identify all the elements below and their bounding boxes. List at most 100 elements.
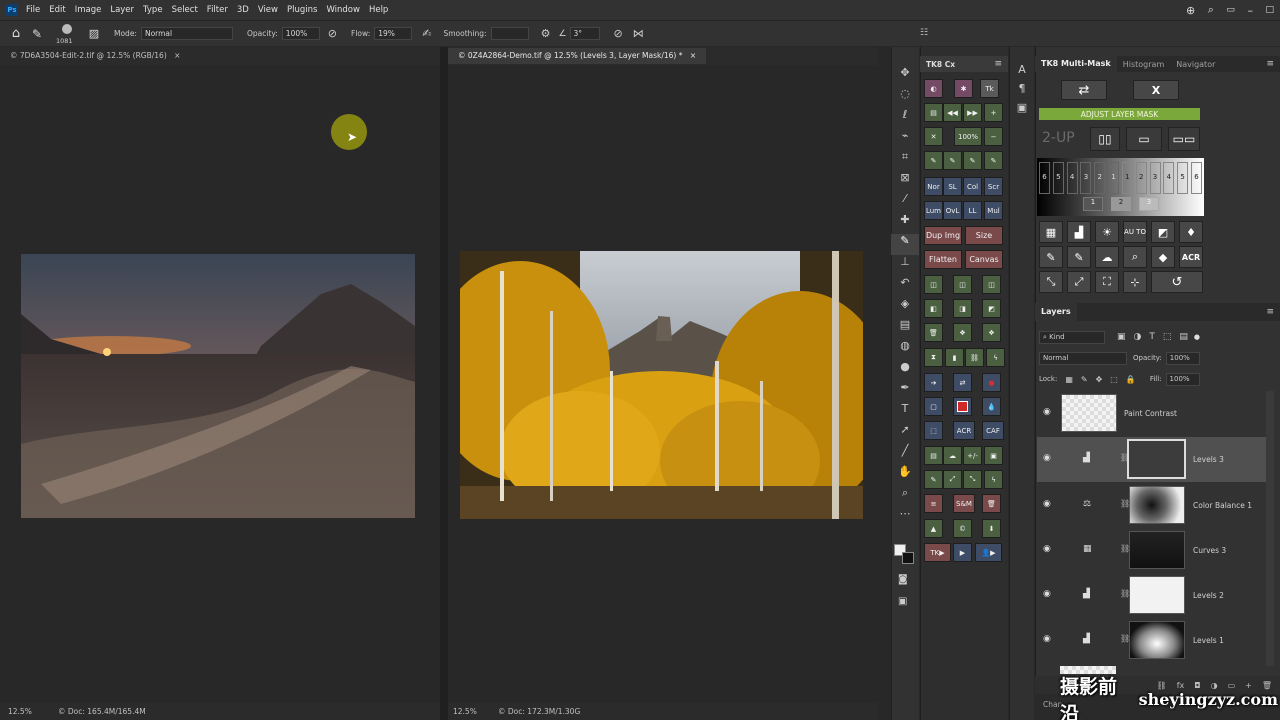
quick-select-tool-icon[interactable]: ⌁ — [891, 129, 919, 150]
visibility-eye-icon[interactable]: ◉ — [1043, 453, 1053, 463]
tk8-tk-logo-icon[interactable]: Tk — [980, 79, 999, 98]
minimize-icon[interactable]: – — [1247, 4, 1253, 17]
frame-tool-icon[interactable]: ⊠ — [891, 171, 919, 192]
tk8-layer-icon[interactable]: ◫ — [924, 275, 943, 294]
dodge-tool-icon[interactable]: ● — [891, 360, 919, 381]
lock-pixels-icon[interactable]: ✎ — [1081, 375, 1088, 384]
lock-artboard-icon[interactable]: ⬚ — [1110, 375, 1118, 384]
curves-mask-icon[interactable]: ▦ — [1039, 221, 1063, 243]
workspace-icon[interactable]: ▭ — [1226, 5, 1235, 15]
layer-kind-select[interactable]: ⌕ Kind — [1039, 330, 1105, 344]
multimask-close-button[interactable]: X — [1133, 80, 1179, 100]
tk8-clone-icon[interactable]: ❖ — [953, 323, 972, 342]
brush-tool-icon[interactable]: ✎ — [32, 27, 54, 41]
panel-menu-icon[interactable]: ≡ — [1266, 59, 1274, 69]
tk8-dup-img-button[interactable]: Dup Img — [924, 226, 962, 245]
tab-tk8-multi-mask[interactable]: TK8 Multi-Mask — [1035, 56, 1117, 72]
doc-splitter[interactable] — [440, 47, 448, 720]
menu-select[interactable]: Select — [172, 5, 198, 15]
tk8-scr-button[interactable]: Scr — [984, 177, 1003, 196]
menu-layer[interactable]: Layer — [110, 5, 134, 15]
tk8-brush-gray-icon[interactable]: ✎ — [984, 151, 1003, 170]
tk8-stamp-icon[interactable]: ◧ — [924, 299, 943, 318]
tk8-col-button[interactable]: Col — [963, 177, 982, 196]
tk8-cloud-icon[interactable]: ☁ — [943, 446, 962, 465]
layers-tab[interactable]: Layers — [1035, 303, 1077, 321]
menu-help[interactable]: Help — [369, 5, 388, 15]
menu-plugins[interactable]: Plugins — [287, 5, 317, 15]
contract-corners-icon[interactable]: ⊹ — [1123, 271, 1147, 293]
menu-filter[interactable]: Filter — [207, 5, 228, 15]
filter-smart-icon[interactable]: ▤ — [1179, 332, 1188, 342]
layer-row-selected[interactable]: ◉ ▟ ⛓ Levels 3 — [1037, 437, 1266, 482]
tk8-user-play-icon[interactable]: 👤▶ — [975, 543, 1002, 562]
lock-all-icon[interactable]: 🔒 — [1126, 375, 1136, 384]
move-tool-icon[interactable]: ✥ — [891, 66, 919, 87]
histogram-mask-icon[interactable]: ▟ — [1067, 221, 1091, 243]
acr-button[interactable]: ACR — [1179, 246, 1203, 268]
screen-mode-icon[interactable]: ▣ — [898, 596, 907, 607]
zone-5-light[interactable]: 5 — [1177, 162, 1189, 194]
tk8-canvas-button[interactable]: Canvas — [965, 250, 1003, 269]
layers-scrollbar[interactable] — [1266, 391, 1274, 666]
layer-row[interactable]: ◉ Paint Contrast — [1037, 391, 1266, 436]
menu-window[interactable]: Window — [326, 5, 360, 15]
tk8-ll-button[interactable]: LL — [963, 201, 982, 220]
tk8-layer3-icon[interactable]: ◫ — [982, 275, 1001, 294]
quick-mask-icon[interactable]: ◙ — [898, 574, 908, 585]
visibility-eye-icon[interactable]: ◉ — [1043, 499, 1053, 509]
tk8-download-icon[interactable]: ⬇ — [982, 519, 1001, 538]
tk8-trash-icon[interactable]: 🗑 — [924, 323, 943, 342]
doc2-tab[interactable]: © 0Z4A2864-Demo.tif @ 12.5% (Levels 3, L… — [448, 48, 707, 64]
zone-1-light[interactable]: 1 — [1121, 162, 1133, 194]
tk8-nor-button[interactable]: Nor — [924, 177, 943, 196]
smoothing-settings-icon[interactable]: ⚙ — [541, 27, 551, 40]
tk8-minus-icon[interactable]: − — [984, 127, 1003, 146]
history-brush-tool-icon[interactable]: ↶ — [891, 276, 919, 297]
two-up-side-icon[interactable]: ▭▭ — [1168, 127, 1200, 151]
airbrush-icon[interactable]: ✍ — [422, 27, 431, 40]
tk8-ovl-button[interactable]: OvL — [943, 201, 962, 220]
tk8-plusminus-button[interactable]: +/- — [963, 446, 982, 465]
tk8-bolt-icon[interactable]: ϟ — [986, 348, 1005, 367]
eraser-tool-icon[interactable]: ◈ — [891, 297, 919, 318]
zone-sub-1[interactable]: 1 — [1083, 197, 1103, 211]
blob-icon[interactable]: ☁ — [1095, 246, 1119, 268]
eyedropper-tool-icon[interactable]: ⁄ — [891, 192, 919, 213]
zone-1-dark[interactable]: 1 — [1108, 162, 1120, 194]
smoothing-field[interactable] — [490, 27, 529, 40]
water-drop-icon[interactable]: ♦ — [1179, 221, 1203, 243]
blend-mode-select[interactable]: Normal — [1039, 351, 1127, 365]
doc1-tab[interactable]: © 7D6A3504-Edit-2.tif @ 12.5% (RGB/16) × — [0, 48, 191, 64]
brightness-icon[interactable]: ☀ — [1095, 221, 1119, 243]
tk8-size-button[interactable]: Size — [965, 226, 1003, 245]
brush-settings-icon[interactable]: ▨ — [84, 27, 104, 40]
layer-row[interactable]: ◉ ▟ ⛓ Levels 2 — [1037, 573, 1266, 618]
path-select-tool-icon[interactable]: ➚ — [891, 423, 919, 444]
tk8-flatten-button[interactable]: Flatten — [924, 250, 962, 269]
tk8-brush-white-icon[interactable]: ✎ — [943, 151, 962, 170]
blur-tool-icon[interactable]: ◍ — [891, 339, 919, 360]
arrow-in-icon[interactable]: ⤡ — [1039, 271, 1063, 293]
menu-3d[interactable]: 3D — [237, 5, 249, 15]
filter-shape-icon[interactable]: ⬚ — [1163, 332, 1172, 342]
stamp-tool-icon[interactable]: ⊥ — [891, 255, 919, 276]
filter-pixel-icon[interactable]: ▣ — [1117, 332, 1126, 342]
expand-corners-icon[interactable]: ⛶ — [1095, 271, 1119, 293]
visibility-eye-icon[interactable]: ◉ — [1043, 589, 1053, 599]
line-tool-icon[interactable]: ╱ — [891, 444, 919, 465]
angle-field[interactable]: 3° — [569, 27, 600, 40]
maximize-icon[interactable]: □ — [1265, 5, 1274, 15]
tk8-new-doc-icon[interactable]: ▤ — [924, 103, 943, 122]
tk8-heal-icon[interactable]: ❖ — [982, 323, 1001, 342]
tk8-caf-button[interactable]: CAF — [982, 421, 1004, 440]
tk8-tk-play-button[interactable]: TK ▶ — [924, 543, 951, 562]
tk8-doc-icon[interactable]: ▤ — [924, 446, 943, 465]
doc2-zoom[interactable]: 12.5% — [453, 707, 498, 716]
panel-menu-icon[interactable]: ≡ — [1266, 307, 1274, 317]
tk8-sm-button[interactable]: S&M — [953, 494, 975, 513]
menu-view[interactable]: View — [258, 5, 278, 15]
tk8-link-icon[interactable]: ⛓ — [965, 348, 984, 367]
filter-toggle-icon[interactable]: ● — [1194, 333, 1200, 341]
tk8-phone-icon[interactable]: ▮ — [945, 348, 964, 367]
